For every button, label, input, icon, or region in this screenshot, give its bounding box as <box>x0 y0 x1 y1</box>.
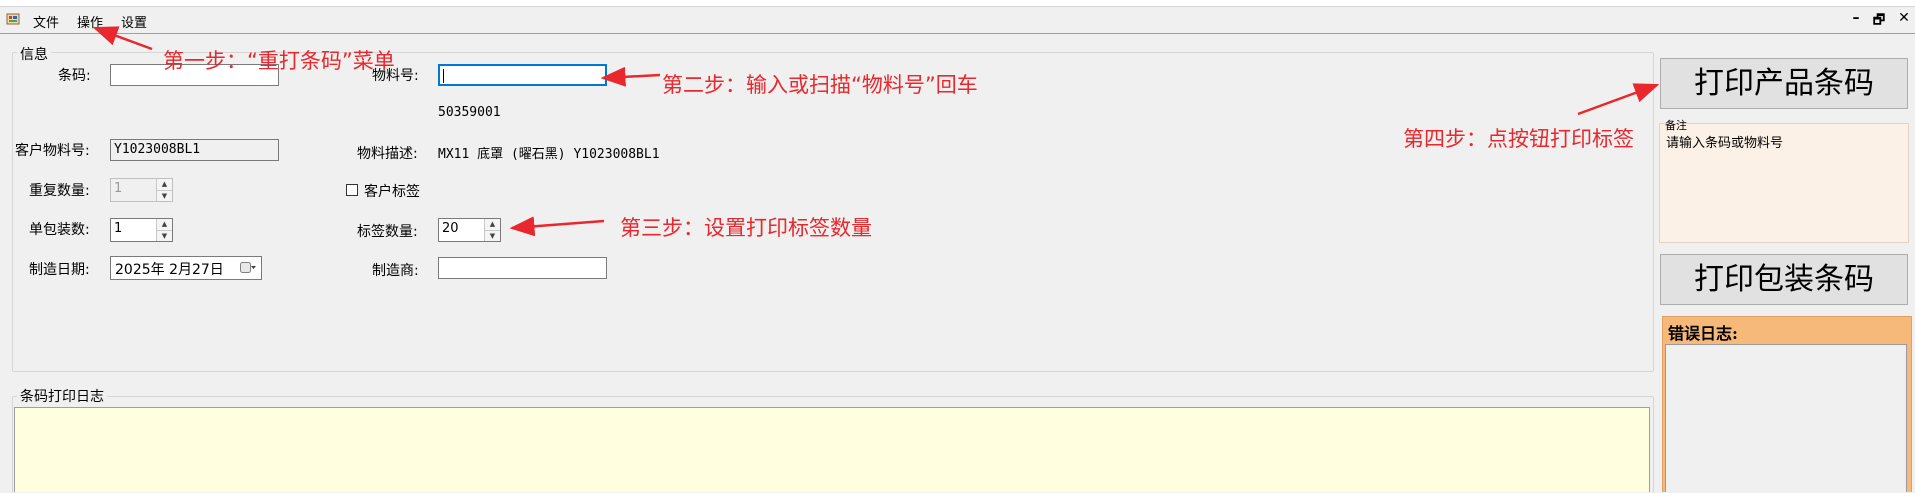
pack-qty-value: 1 <box>114 221 123 236</box>
annotation-step3: 第三步：设置打印标签数量 <box>620 216 872 240</box>
pack-qty-spinner[interactable]: 1 ▲ ▼ <box>110 218 173 242</box>
repeat-qty-label: 重复数量: <box>29 183 90 199</box>
pack-qty-label: 单包装数: <box>29 222 90 238</box>
annotation-step2: 第二步：输入或扫描“物料号”回车 <box>662 73 978 97</box>
spin-down-icon[interactable]: ▼ <box>485 231 500 242</box>
text-cursor <box>443 68 444 83</box>
restore-button[interactable]: 🗗 <box>1869 11 1889 33</box>
spin-down-icon: ▼ <box>161 192 168 200</box>
repeat-qty-value: 1 <box>114 181 123 196</box>
print-package-barcode-button[interactable]: 打印包装条码 <box>1660 254 1908 305</box>
label-qty-label: 标签数量: <box>357 224 418 240</box>
label-qty-value: 20 <box>442 221 459 236</box>
spin-up-icon: ▲ <box>157 179 172 191</box>
label-qty-spinner[interactable]: 20 ▲ ▼ <box>438 218 501 242</box>
menu-bar <box>0 7 1915 34</box>
annotation-step1: 第一步：“重打条码”菜单 <box>163 49 395 73</box>
print-product-barcode-button[interactable]: 打印产品条码 <box>1660 58 1908 109</box>
material-desc-label: 物料描述: <box>357 146 418 162</box>
customer-material-no-field: Y1023008BL1 <box>110 139 279 161</box>
menu-file[interactable]: 文件 <box>33 12 59 31</box>
manufacturer-input[interactable] <box>438 257 607 279</box>
print-log-textarea[interactable] <box>14 407 1650 492</box>
annotation-step4: 第四步：点按钮打印标签 <box>1403 127 1634 151</box>
minimize-button[interactable]: – <box>1846 10 1866 26</box>
info-group-title: 信息 <box>17 44 51 64</box>
close-button[interactable]: ✕ <box>1894 10 1914 26</box>
calendar-dropdown-icon[interactable] <box>240 261 256 275</box>
material-desc-value: MX11 底罩 (曜石黑) Y1023008BL1 <box>438 147 660 162</box>
menu-settings[interactable]: 设置 <box>121 12 147 31</box>
barcode-label: 条码: <box>58 68 91 84</box>
spin-up-icon[interactable]: ▲ <box>157 219 172 231</box>
material-code-text: 50359001 <box>438 105 501 120</box>
mfg-date-label: 制造日期: <box>29 262 90 278</box>
mfg-date-picker[interactable]: 2025年 2月27日 <box>110 256 262 280</box>
app-icon <box>6 13 20 25</box>
note-text: 请输入条码或物料号 <box>1666 136 1784 151</box>
label-qty-spin-buttons[interactable]: ▲ ▼ <box>484 219 500 241</box>
window-top-edge <box>0 0 1915 7</box>
customer-label-text: 客户标签 <box>364 184 420 200</box>
error-log-textarea[interactable] <box>1665 344 1907 492</box>
material-no-input[interactable] <box>438 64 607 86</box>
manufacturer-label: 制造商: <box>372 263 419 279</box>
repeat-qty-spinner: 1 ▲ ▼ <box>110 178 173 202</box>
log-group-title: 条码打印日志 <box>17 386 107 406</box>
customer-material-no-label: 客户物料号: <box>15 143 90 159</box>
customer-label-checkbox[interactable] <box>346 184 358 196</box>
mfg-date-value: 2025年 2月27日 <box>115 262 224 278</box>
repeat-qty-spin-buttons: ▲ ▼ <box>156 179 172 201</box>
note-label: 备注 <box>1665 119 1687 132</box>
spin-down-icon[interactable]: ▼ <box>157 231 172 242</box>
spin-up-icon[interactable]: ▲ <box>485 219 500 231</box>
menu-operate[interactable]: 操作 <box>77 12 103 31</box>
pack-qty-spin-buttons[interactable]: ▲ ▼ <box>156 219 172 241</box>
error-log-title: 错误日志: <box>1668 324 1738 343</box>
